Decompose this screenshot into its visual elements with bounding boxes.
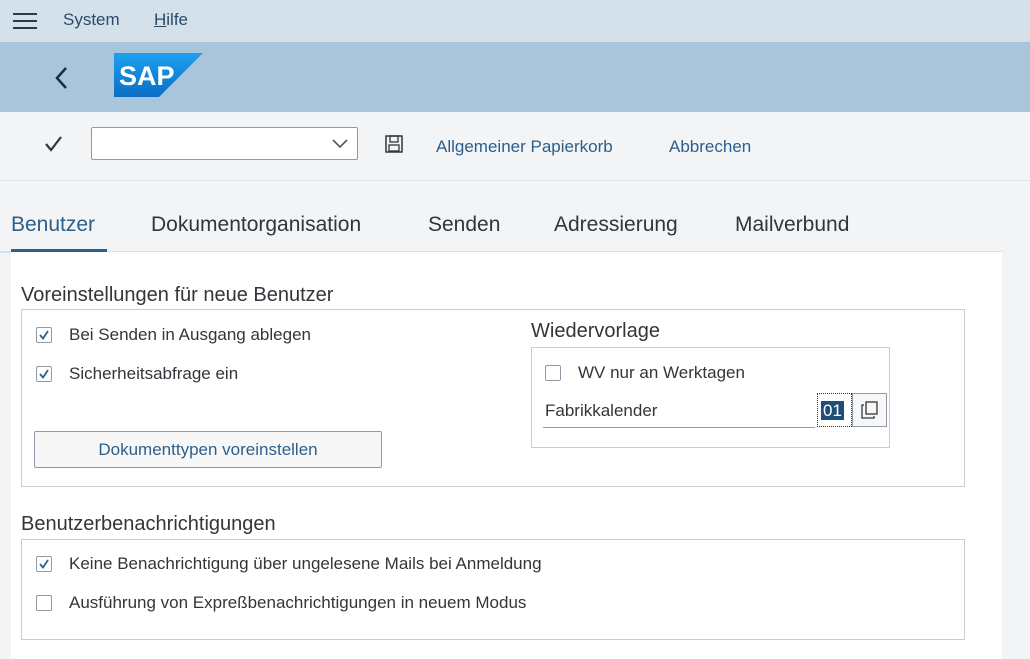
fabrikkalender-label: Fabrikkalender — [545, 401, 658, 420]
fabrikkalender-input[interactable]: 01 — [817, 393, 852, 427]
fabrikkalender-underline — [543, 427, 815, 428]
checkbox-expressbenachrichtigungen[interactable] — [36, 595, 52, 611]
voreinstellungen-title: Voreinstellungen für neue Benutzer — [21, 284, 334, 306]
menu-hilfe-rest: ilfe — [166, 10, 189, 29]
save-icon[interactable] — [385, 135, 403, 153]
checkmark-enter-icon[interactable] — [44, 135, 64, 153]
fabrikkalender-value: 01 — [821, 401, 844, 420]
menu-system[interactable]: System — [63, 10, 120, 30]
sap-logo: SAP — [114, 53, 203, 97]
checkbox-bei-senden-ausgang[interactable] — [36, 327, 52, 343]
checkmark-icon — [39, 559, 49, 569]
menu-hilfe-mnemonic: H — [154, 10, 167, 29]
tab-dokumentorganisation[interactable]: Dokumentorganisation — [151, 213, 361, 237]
dokumenttypen-voreinstellen-button[interactable]: Dokumenttypen voreinstellen — [34, 431, 382, 468]
tab-mailverbund[interactable]: Mailverbund — [735, 213, 849, 237]
value-help-icon — [861, 401, 878, 419]
wiedervorlage-title: Wiedervorlage — [531, 320, 660, 342]
command-field-combobox[interactable] — [91, 127, 358, 160]
allgemeiner-papierkorb-button[interactable]: Allgemeiner Papierkorb — [436, 137, 613, 157]
tab-benutzer[interactable]: Benutzer — [11, 213, 95, 237]
back-arrow-icon[interactable] — [52, 64, 72, 92]
tab-senden[interactable]: Senden — [428, 213, 500, 237]
checkbox-label: Ausführung von Expreßbenachrichtigungen … — [69, 593, 527, 612]
chevron-down-icon[interactable] — [331, 137, 349, 149]
checkmark-icon — [39, 369, 49, 379]
checkbox-keine-benachrichtigung[interactable] — [36, 556, 52, 572]
hamburger-menu-icon[interactable] — [13, 13, 37, 29]
abbrechen-button[interactable]: Abbrechen — [669, 137, 751, 157]
menu-hilfe[interactable]: Hilfe — [154, 10, 188, 30]
checkbox-label: WV nur an Werktagen — [578, 363, 745, 382]
checkbox-label: Keine Benachrichtigung über ungelesene M… — [69, 554, 542, 573]
checkbox-wv-werktagen[interactable] — [545, 365, 561, 381]
checkbox-label: Sicherheitsabfrage ein — [69, 364, 239, 383]
checkbox-label: Bei Senden in Ausgang ablegen — [69, 325, 311, 344]
benachrichtigungen-title: Benutzerbenachrichtigungen — [21, 513, 276, 535]
tab-adressierung[interactable]: Adressierung — [554, 213, 678, 237]
checkmark-icon — [39, 330, 49, 340]
sap-logo-text: SAP — [119, 61, 175, 91]
checkbox-sicherheitsabfrage[interactable] — [36, 366, 52, 382]
value-help-button[interactable] — [852, 393, 887, 427]
